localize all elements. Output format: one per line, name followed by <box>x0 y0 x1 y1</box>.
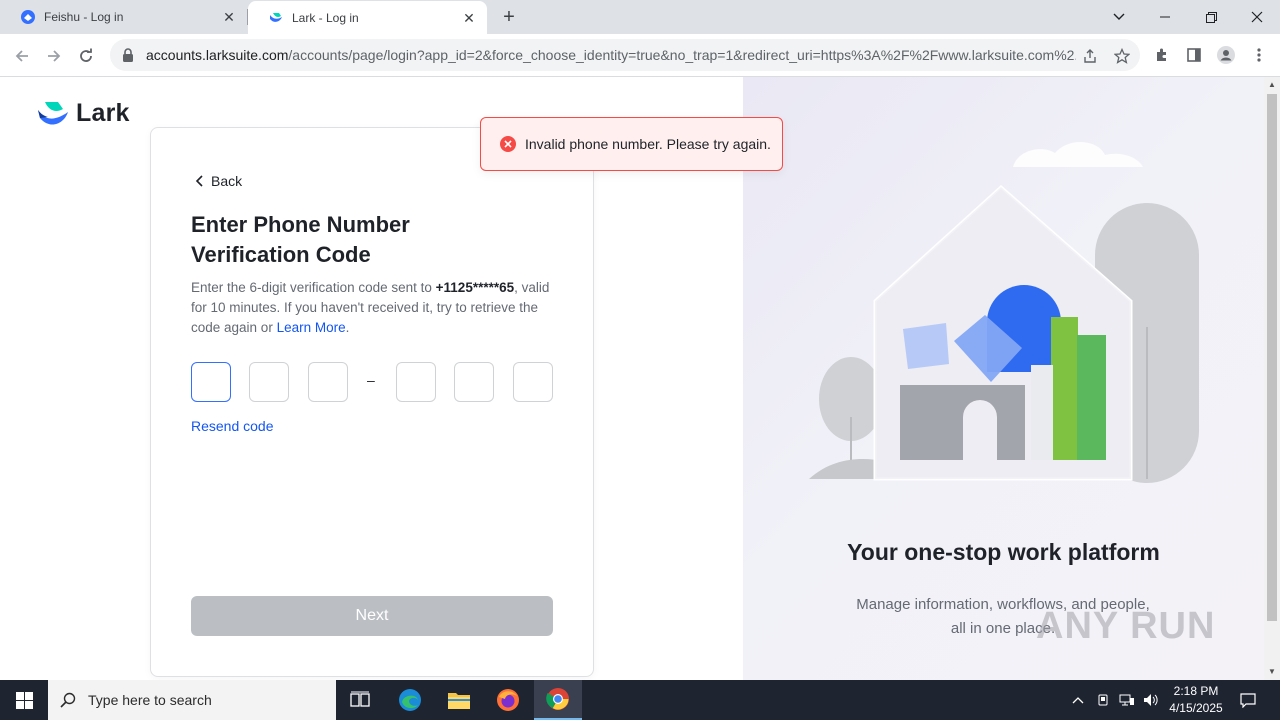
page-scrollbar[interactable]: ▲ ▼ <box>1264 77 1280 680</box>
lark-logo[interactable]: Lark <box>36 99 130 128</box>
minimize-icon[interactable] <box>1142 0 1188 34</box>
toast-message: Invalid phone number. Please try again. <box>525 136 771 152</box>
extensions-icon[interactable] <box>1151 44 1173 66</box>
profile-avatar-icon[interactable] <box>1215 44 1237 66</box>
anyrun-watermark: ANY RUN <box>1036 605 1216 647</box>
restore-icon[interactable] <box>1188 0 1234 34</box>
lock-icon[interactable] <box>120 47 136 63</box>
start-button[interactable] <box>0 680 48 720</box>
chrome-menu-icon[interactable] <box>1248 44 1270 66</box>
url-host: accounts.larksuite.com <box>146 47 289 63</box>
search-placeholder: Type here to search <box>88 692 212 708</box>
scroll-up-arrow-icon[interactable]: ▲ <box>1264 77 1280 93</box>
device-tray-icon[interactable] <box>1093 680 1113 720</box>
tab-search-chevron-icon[interactable] <box>1096 0 1142 34</box>
windows-logo-icon <box>15 691 33 709</box>
close-window-icon[interactable] <box>1234 0 1280 34</box>
tab-lark-login[interactable]: Lark - Log in ✕ <box>248 1 487 34</box>
code-separator: – <box>367 372 375 388</box>
windows-taskbar: Type here to search 2:18 PM 4/15/2025 <box>0 680 1280 720</box>
code-digit-4-input[interactable] <box>396 362 436 402</box>
new-tab-button[interactable]: + <box>497 5 521 29</box>
code-digit-1-input[interactable] <box>191 362 231 402</box>
taskbar-search-box[interactable]: Type here to search <box>48 680 336 720</box>
tab-title: Feishu - Log in <box>44 10 124 24</box>
file-explorer-icon[interactable] <box>435 680 483 720</box>
code-digit-6-input[interactable] <box>513 362 553 402</box>
bookmark-star-icon[interactable] <box>1112 46 1132 66</box>
clock-date: 4/15/2025 <box>1169 701 1223 715</box>
tray-chevron-up-icon[interactable] <box>1068 680 1088 720</box>
promo-illustration <box>809 141 1199 483</box>
verification-card: Back Enter Phone Number Verification Cod… <box>150 127 594 677</box>
tab-feishu-login[interactable]: Feishu - Log in ✕ <box>0 0 247 34</box>
scroll-down-arrow-icon[interactable]: ▼ <box>1264 664 1280 680</box>
chevron-left-icon <box>195 175 203 187</box>
feishu-favicon-icon <box>21 10 35 24</box>
back-arrow-icon[interactable] <box>8 42 36 70</box>
title-line-1: Enter Phone Number <box>191 212 410 237</box>
lark-logo-icon <box>38 101 68 125</box>
close-tab-icon[interactable]: ✕ <box>461 10 477 26</box>
logo-text: Lark <box>76 99 130 127</box>
address-bar[interactable]: accounts.larksuite.com/accounts/page/log… <box>110 39 1140 71</box>
masked-phone-number: +1125*****65 <box>435 280 515 295</box>
close-tab-icon[interactable]: ✕ <box>221 9 237 25</box>
lark-favicon-icon <box>270 12 282 22</box>
back-link[interactable]: Back <box>195 173 242 189</box>
scroll-thumb[interactable] <box>1267 94 1277 621</box>
reload-icon[interactable] <box>72 42 100 70</box>
next-button[interactable]: Next <box>191 596 553 636</box>
error-circle-icon <box>500 136 516 152</box>
page-title: Enter Phone Number Verification Code <box>191 210 551 270</box>
verification-description: Enter the 6-digit verification code sent… <box>191 278 561 338</box>
chrome-taskbar-icon[interactable] <box>534 680 582 720</box>
title-line-2: Verification Code <box>191 242 371 267</box>
side-panel-icon[interactable] <box>1183 44 1205 66</box>
resend-code-link[interactable]: Resend code <box>191 418 274 434</box>
edge-browser-icon[interactable] <box>386 680 434 720</box>
desc-prefix: Enter the 6-digit verification code sent… <box>191 280 432 295</box>
error-toast: Invalid phone number. Please try again. <box>480 117 783 171</box>
promo-title: Your one-stop work platform <box>847 539 1160 565</box>
code-digit-2-input[interactable] <box>249 362 289 402</box>
desc-suffix: . <box>345 320 350 335</box>
search-icon <box>60 692 76 708</box>
url-text: accounts.larksuite.com/accounts/page/log… <box>146 47 1076 63</box>
clock-time: 2:18 PM <box>1173 684 1219 698</box>
tab-strip: Feishu - Log in ✕ Lark - Log in ✕ + <box>0 0 1280 34</box>
promo-panel: Your one-stop work platform Manage infor… <box>743 77 1264 680</box>
forward-arrow-icon[interactable] <box>40 42 68 70</box>
page-content: Lark Back Enter Phone Number Verificatio… <box>0 77 1264 680</box>
notification-icon[interactable] <box>1236 680 1260 720</box>
back-label: Back <box>211 173 243 189</box>
network-icon[interactable] <box>1116 680 1138 720</box>
learn-more-link[interactable]: Learn More <box>277 320 346 335</box>
firefox-icon[interactable] <box>484 680 532 720</box>
taskbar-clock[interactable]: 2:18 PM 4/15/2025 <box>1160 683 1232 717</box>
browser-toolbar: accounts.larksuite.com/accounts/page/log… <box>0 34 1280 77</box>
tab-title: Lark - Log in <box>292 10 359 25</box>
volume-icon[interactable] <box>1140 680 1162 720</box>
share-icon[interactable] <box>1080 46 1100 66</box>
task-view-icon[interactable] <box>336 680 384 720</box>
url-path: /accounts/page/login?app_id=2&force_choo… <box>288 47 1076 63</box>
code-digit-5-input[interactable] <box>454 362 494 402</box>
code-digit-3-input[interactable] <box>308 362 348 402</box>
